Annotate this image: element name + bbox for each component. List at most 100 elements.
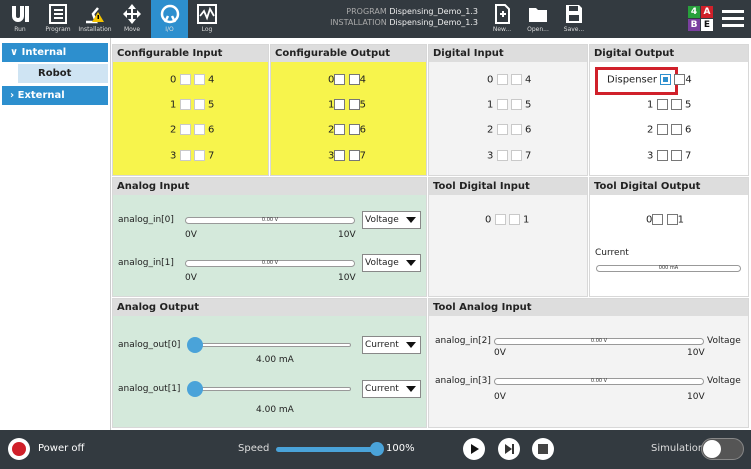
panel-title: Analog Output <box>113 299 426 316</box>
robot-arm-warning-icon <box>77 0 113 26</box>
save-disk-icon <box>556 0 592 26</box>
checkbox[interactable] <box>179 99 191 110</box>
checkbox[interactable] <box>494 214 506 225</box>
analog-out-1-mode-select[interactable]: Current <box>362 380 421 398</box>
checkbox[interactable] <box>666 214 678 225</box>
program-tab[interactable]: Program <box>40 0 76 38</box>
nav-robot[interactable]: Robot <box>18 64 108 83</box>
analog-out-0-mode-select[interactable]: Current <box>362 336 421 354</box>
checkbox[interactable] <box>193 150 205 161</box>
move-arrows-icon <box>114 0 150 26</box>
dig-in-row-3: 3 7 <box>487 150 532 162</box>
analog-output-panel: Analog Output analog_out[0] 4.00 mA Curr… <box>112 298 427 428</box>
program-info: PROGRAM Dispensing_Demo_1.3 INSTALLATION… <box>330 7 478 27</box>
dig-in-row-0: 0 4 <box>487 74 532 86</box>
configurable-input-panel: Configurable Input 0 4 1 5 2 6 3 7 <box>112 44 269 176</box>
analog-in-2-label: analog_in[2] <box>435 336 491 346</box>
checkbox[interactable] <box>348 99 360 110</box>
checkbox[interactable] <box>496 74 508 85</box>
hamburger-menu-icon[interactable] <box>722 10 744 28</box>
checkbox[interactable] <box>496 124 508 135</box>
checkbox[interactable] <box>510 74 522 85</box>
checkbox[interactable] <box>348 74 360 85</box>
step-icon <box>505 444 514 454</box>
conf-in-row-0: 0 4 <box>170 74 215 86</box>
configurable-output-panel: Configurable Output 0 4 1 5 2 6 3 7 <box>270 44 427 176</box>
checkbox[interactable] <box>510 99 522 110</box>
checkbox[interactable] <box>656 124 668 135</box>
checkbox[interactable] <box>193 74 205 85</box>
checkbox[interactable] <box>496 99 508 110</box>
tool-dig-out-row: 0 1 <box>646 214 684 226</box>
checkbox[interactable] <box>334 99 346 110</box>
status-badges[interactable]: 4 A B E <box>688 6 714 32</box>
log-tab[interactable]: Log <box>189 0 225 38</box>
dispenser-label: Dispenser <box>607 74 657 86</box>
digital-output-panel: Digital Output Dispenser 4 1 5 2 6 3 7 <box>589 44 749 176</box>
nav-internal[interactable]: ∨ Internal <box>2 43 108 62</box>
tool-digital-output-panel: Tool Digital Output 0 1 Current 000 mA <box>589 177 749 297</box>
checkbox[interactable] <box>510 124 522 135</box>
checkbox[interactable] <box>179 124 191 135</box>
analog-in-3-label: analog_in[3] <box>435 376 491 386</box>
installation-tab[interactable]: Installation <box>77 0 113 38</box>
step-button[interactable] <box>498 438 520 460</box>
move-tab[interactable]: Move <box>114 0 150 38</box>
run-tab[interactable]: Run <box>2 0 38 38</box>
chevron-down-icon: ∨ <box>10 47 19 58</box>
analog-out-1-slider[interactable] <box>191 387 351 391</box>
stop-button[interactable] <box>532 438 554 460</box>
checkbox[interactable] <box>510 150 522 161</box>
simulation-label: Simulation <box>651 443 705 454</box>
conf-out-row-0: 0 4 <box>328 74 366 86</box>
checkbox[interactable] <box>670 150 682 161</box>
checkbox[interactable] <box>508 214 520 225</box>
analog-out-0-label: analog_out[0] <box>118 340 181 350</box>
analog-in-1-mode-select[interactable]: Voltage <box>362 254 421 272</box>
speed-slider-knob[interactable] <box>370 442 384 456</box>
open-button[interactable]: Open... <box>520 0 556 38</box>
analog-out-0-knob[interactable] <box>187 337 203 353</box>
checkbox[interactable] <box>179 150 191 161</box>
dig-out-row-2: 2 6 <box>647 124 692 136</box>
checkbox[interactable] <box>179 74 191 85</box>
checkbox[interactable] <box>674 74 686 85</box>
analog-out-1-knob[interactable] <box>187 381 203 397</box>
panel-title: Configurable Input <box>113 45 268 62</box>
conf-out-row-3: 3 7 <box>328 150 366 162</box>
checkbox[interactable] <box>348 124 360 135</box>
speed-slider[interactable] <box>276 447 378 452</box>
power-button[interactable] <box>8 438 30 460</box>
dropdown-arrow-icon <box>406 217 416 223</box>
checkbox[interactable] <box>193 124 205 135</box>
digital-input-panel: Digital Input 0 4 1 5 2 6 3 7 <box>428 44 588 176</box>
io-tab[interactable]: I/O <box>151 0 188 38</box>
checkbox[interactable] <box>334 124 346 135</box>
checkbox[interactable] <box>656 150 668 161</box>
checkbox[interactable] <box>334 74 346 85</box>
simulation-toggle[interactable] <box>701 438 744 460</box>
analog-out-0-slider[interactable] <box>191 343 351 347</box>
new-button[interactable]: New... <box>484 0 520 38</box>
save-button[interactable]: Save... <box>556 0 592 38</box>
dispenser-checkbox[interactable] <box>660 74 672 85</box>
dropdown-arrow-icon <box>406 386 416 392</box>
panel-title: Tool Analog Input <box>429 299 748 316</box>
dropdown-arrow-icon <box>406 342 416 348</box>
checkbox[interactable] <box>496 150 508 161</box>
panel-title: Configurable Output <box>271 45 426 62</box>
toggle-knob <box>703 440 721 458</box>
checkbox[interactable] <box>670 124 682 135</box>
nav-external[interactable]: › External <box>2 86 108 105</box>
checkbox[interactable] <box>656 99 668 110</box>
current-label: Current <box>595 248 629 258</box>
checkbox[interactable] <box>652 214 664 225</box>
checkbox[interactable] <box>670 99 682 110</box>
play-button[interactable] <box>463 438 485 460</box>
analog-in-1-label: analog_in[1] <box>118 258 174 268</box>
checkbox[interactable] <box>193 99 205 110</box>
checkbox[interactable] <box>348 150 360 161</box>
checkbox[interactable] <box>334 150 346 161</box>
analog-in-0-mode-select[interactable]: Voltage <box>362 211 421 229</box>
dig-in-row-2: 2 6 <box>487 124 532 136</box>
